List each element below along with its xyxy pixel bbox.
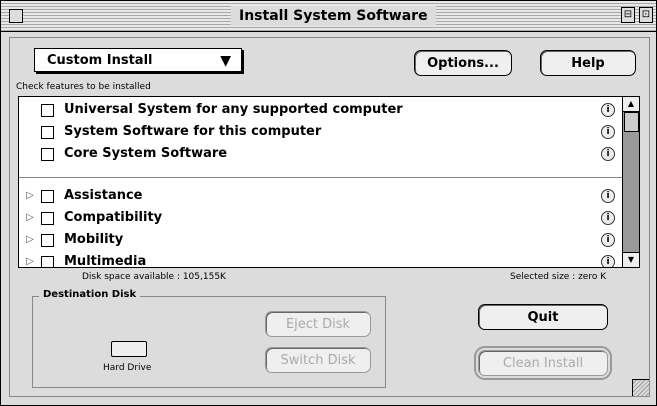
destination-disk-title: Destination Disk (39, 289, 141, 300)
list-item[interactable]: ▷ Assistance i (19, 185, 619, 207)
title-bar[interactable]: Install System Software ⊟ ⊡ (1, 1, 656, 32)
install-type-popup[interactable]: Custom Install ▼ (34, 48, 242, 72)
feature-checkbox[interactable] (41, 126, 54, 139)
scroll-thumb[interactable] (624, 112, 639, 132)
scroll-up-icon[interactable]: ▲ (623, 97, 639, 112)
list-item[interactable]: ▷ Multimedia i (19, 251, 619, 267)
switch-disk-button[interactable]: Switch Disk (265, 347, 371, 373)
resize-grip-icon[interactable] (632, 379, 649, 396)
window-title: Install System Software (231, 6, 436, 26)
disclosure-triangle-icon[interactable]: ▷ (25, 251, 35, 267)
scroll-down-icon[interactable]: ▼ (623, 252, 639, 267)
quit-button[interactable]: Quit (478, 304, 608, 330)
options-button[interactable]: Options... (414, 50, 512, 76)
info-icon[interactable]: i (601, 103, 615, 117)
list-divider (19, 177, 623, 178)
help-button[interactable]: Help (540, 50, 636, 76)
feature-label: Assistance (64, 188, 143, 203)
info-icon[interactable]: i (601, 233, 615, 247)
popup-arrow-icon: ▼ (220, 53, 231, 69)
features-list: Universal System for any supported compu… (18, 96, 624, 268)
collapse-box-icon[interactable]: ⊡ (639, 7, 653, 23)
disclosure-triangle-icon[interactable]: ▷ (25, 207, 35, 229)
close-box[interactable] (9, 9, 23, 23)
feature-label: Compatibility (64, 210, 163, 225)
features-scrollbar[interactable]: ▲ ▼ (622, 96, 640, 268)
feature-checkbox[interactable] (41, 104, 54, 117)
list-item[interactable]: System Software for this computer i (19, 121, 619, 143)
list-item[interactable]: ▷ Compatibility i (19, 207, 619, 229)
disk-space-text: Disk space available : 105,155K (82, 272, 226, 282)
selected-size-text: Selected size : zero K (510, 272, 607, 282)
feature-label: Multimedia (64, 254, 147, 267)
info-icon[interactable]: i (601, 255, 615, 267)
features-hint: Check features to be installed (16, 82, 151, 92)
eject-disk-button[interactable]: Eject Disk (265, 311, 371, 337)
feature-label: Core System Software (64, 146, 228, 161)
hard-drive-label: Hard Drive (103, 363, 152, 373)
feature-checkbox[interactable] (41, 148, 54, 161)
feature-label: Universal System for any supported compu… (64, 102, 403, 117)
feature-checkbox[interactable] (41, 256, 54, 267)
info-icon[interactable]: i (601, 125, 615, 139)
install-type-value: Custom Install (47, 53, 153, 68)
feature-label: System Software for this computer (64, 124, 322, 139)
destination-disk-group: Destination Disk Hard Drive Eject Disk S… (32, 289, 386, 388)
feature-label: Mobility (64, 232, 124, 247)
feature-checkbox[interactable] (41, 190, 54, 203)
feature-checkbox[interactable] (41, 234, 54, 247)
info-icon[interactable]: i (601, 211, 615, 225)
feature-checkbox[interactable] (41, 212, 54, 225)
scroll-track[interactable] (623, 112, 639, 252)
list-item[interactable]: Core System Software i (19, 143, 619, 165)
clean-install-button[interactable]: Clean Install (474, 346, 612, 380)
zoom-box-icon[interactable]: ⊟ (621, 7, 635, 23)
installer-content: Custom Install ▼ Check features to be in… (9, 37, 650, 397)
disclosure-triangle-icon[interactable]: ▷ (25, 229, 35, 251)
info-icon[interactable]: i (601, 147, 615, 161)
list-item[interactable]: ▷ Mobility i (19, 229, 619, 251)
disclosure-triangle-icon[interactable]: ▷ (25, 185, 35, 207)
hard-drive-icon[interactable] (111, 341, 147, 357)
installer-window: Install System Software ⊟ ⊡ Custom Insta… (0, 0, 657, 406)
info-icon[interactable]: i (601, 189, 615, 203)
list-item[interactable]: Universal System for any supported compu… (19, 99, 619, 121)
